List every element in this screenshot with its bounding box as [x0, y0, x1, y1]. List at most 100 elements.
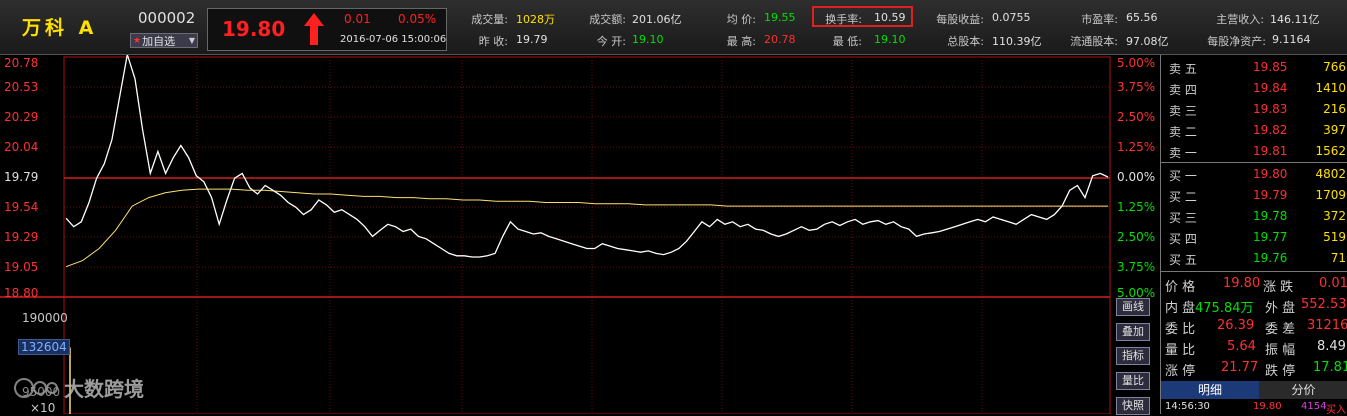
pct-tick-label: 3.75%	[1117, 260, 1156, 274]
ask-level-label: 卖 五	[1169, 62, 1197, 76]
intraday-chart[interactable]	[0, 55, 1160, 414]
indicator-button[interactable]: 指标	[1116, 347, 1150, 365]
detail-tabs: 明细 分价	[1161, 381, 1347, 399]
revenue-label: 主营收入:	[1216, 13, 1264, 26]
stat-commit-diff-label: 委 差	[1265, 322, 1296, 337]
stock-terminal-window: 万科 A 000002 ★ 加自选 ▼ 19.80 0.01 0.05% 201…	[0, 0, 1347, 416]
tick-row: 14:56:30 19.80 4154 买入	[1161, 400, 1347, 416]
bid-volume: 71	[1330, 251, 1346, 265]
volume-label: 成交量:	[471, 13, 508, 26]
ask-level-label: 卖 一	[1169, 146, 1197, 160]
price-panel: 19.80 0.01 0.05% 2016-07-06 15:00:06	[207, 8, 447, 51]
star-icon: ★	[133, 35, 142, 46]
price-tick-label: 20.04	[4, 140, 39, 154]
stat-limit-down-value: 17.81	[1313, 360, 1347, 375]
prev-close-label: 昨 收:	[478, 35, 508, 48]
bvps-label: 每股净资产:	[1207, 35, 1266, 48]
pe-label: 市盈率:	[1081, 13, 1118, 26]
stat-outer-label: 外 盘	[1265, 301, 1296, 316]
overlay-button[interactable]: 叠加	[1116, 323, 1150, 341]
pct-tick-label: 0.00%	[1117, 170, 1156, 184]
bid-price: 19.78	[1253, 209, 1288, 223]
ask-level-label: 卖 四	[1169, 83, 1197, 97]
stat-outer-value: 552.53	[1301, 297, 1347, 312]
stat-inner-value: 475.84万	[1195, 301, 1254, 316]
stock-name: 万科 A	[22, 17, 98, 39]
ask-volume: 1410	[1315, 81, 1346, 95]
stat-change-label: 涨 跌	[1263, 280, 1294, 295]
low-label: 最 低:	[832, 35, 862, 48]
quote-datetime: 2016-07-06 15:00:06	[340, 34, 447, 45]
ask-row[interactable]: 卖 五 19.85 766	[1161, 58, 1347, 79]
stat-amplitude-value: 8.49	[1317, 339, 1346, 354]
price-change: 0.01	[344, 12, 371, 26]
ask-row[interactable]: 卖 一 19.81 1562	[1161, 142, 1347, 163]
pct-tick-label: 1.25%	[1117, 140, 1156, 154]
bid-volume: 519	[1323, 230, 1346, 244]
bid-row[interactable]: 买 二 19.79 1709	[1161, 186, 1347, 207]
ask-volume: 216	[1323, 102, 1346, 116]
bid-row[interactable]: 买 四 19.77 519	[1161, 228, 1347, 249]
chart-grid	[64, 57, 1110, 414]
chart-frame	[63, 56, 1111, 414]
add-watch-label: 加自选	[142, 34, 176, 48]
stat-limit-up-value: 21.77	[1221, 360, 1259, 375]
volume-value: 1028万	[516, 13, 555, 26]
tab-price-distribution[interactable]: 分价	[1259, 381, 1347, 399]
bid-price: 19.76	[1253, 251, 1288, 265]
bid-price: 19.80	[1253, 167, 1288, 181]
ask-row[interactable]: 卖 四 19.84 1410	[1161, 79, 1347, 100]
bid-row[interactable]: 买 三 19.78 372	[1161, 207, 1347, 228]
tick-price: 19.80	[1253, 401, 1282, 412]
ask-price: 19.81	[1253, 144, 1288, 158]
bid-row[interactable]: 买 一 19.80 4802	[1161, 165, 1347, 186]
add-to-watchlist-button[interactable]: ★ 加自选 ▼	[130, 33, 198, 48]
float-shares-label: 流通股本:	[1070, 35, 1118, 48]
bvps-value: 9.1164	[1272, 33, 1311, 46]
ask-row[interactable]: 卖 三 19.83 216	[1161, 100, 1347, 121]
stat-vol-ratio-value: 5.64	[1227, 339, 1256, 354]
stat-commit-ratio-value: 26.39	[1217, 318, 1255, 333]
eps-value: 0.0755	[992, 11, 1031, 24]
ask-row[interactable]: 卖 二 19.82 397	[1161, 121, 1347, 142]
pct-tick-label: 5.00%	[1117, 56, 1156, 70]
ask-level-label: 卖 三	[1169, 104, 1197, 118]
volume-ratio-button[interactable]: 量比	[1116, 372, 1150, 390]
book-divider	[1161, 162, 1347, 163]
bid-level-label: 买 一	[1169, 169, 1197, 183]
stat-commit-diff-value: 31216	[1307, 318, 1347, 333]
turnover-label: 换手率:	[825, 13, 862, 26]
price-tick-label: 19.05	[4, 260, 39, 274]
bid-price: 19.77	[1253, 230, 1288, 244]
stat-change-value: 0.01	[1319, 276, 1347, 291]
bid-row[interactable]: 买 五 19.76 71	[1161, 249, 1347, 270]
price-tick-label: 20.53	[4, 80, 39, 94]
ask-price: 19.84	[1253, 81, 1288, 95]
amount-label: 成交额:	[589, 13, 626, 26]
ask-price: 19.83	[1253, 102, 1288, 116]
price-tick-label: 20.29	[4, 110, 39, 124]
volume-current-marker: 132604	[18, 339, 70, 355]
bid-volume: 1709	[1315, 188, 1346, 202]
draw-line-button[interactable]: 画线	[1116, 298, 1150, 316]
total-shares-value: 110.39亿	[992, 35, 1042, 48]
volume-axis-top: 190000	[22, 311, 68, 325]
dropdown-arrow-icon[interactable]: ▼	[189, 36, 195, 45]
low-value: 19.10	[874, 33, 906, 46]
watermark-icon	[14, 377, 58, 398]
quote-header: 万科 A 000002 ★ 加自选 ▼ 19.80 0.01 0.05% 201…	[0, 0, 1347, 55]
watermark-text: 大数跨境	[64, 377, 144, 401]
snapshot-button[interactable]: 快照	[1116, 397, 1150, 415]
stat-limit-down-label: 跌 停	[1265, 364, 1296, 379]
avg-price-value: 19.55	[764, 11, 796, 24]
pct-tick-label: 2.50%	[1117, 110, 1156, 124]
ask-level-label: 卖 二	[1169, 125, 1197, 139]
bid-volume: 372	[1323, 209, 1346, 223]
open-label: 今 开:	[596, 35, 626, 48]
chart-area: 20.78 20.53 20.29 20.04 19.79 19.54 19.29 19.05…	[0, 55, 1160, 415]
tab-detail[interactable]: 明细	[1161, 381, 1259, 399]
price-tick-label: 18.80	[4, 286, 39, 300]
last-price: 19.80	[222, 17, 286, 41]
stat-inner-label: 内 盘	[1165, 301, 1196, 316]
ask-volume: 766	[1323, 60, 1346, 74]
